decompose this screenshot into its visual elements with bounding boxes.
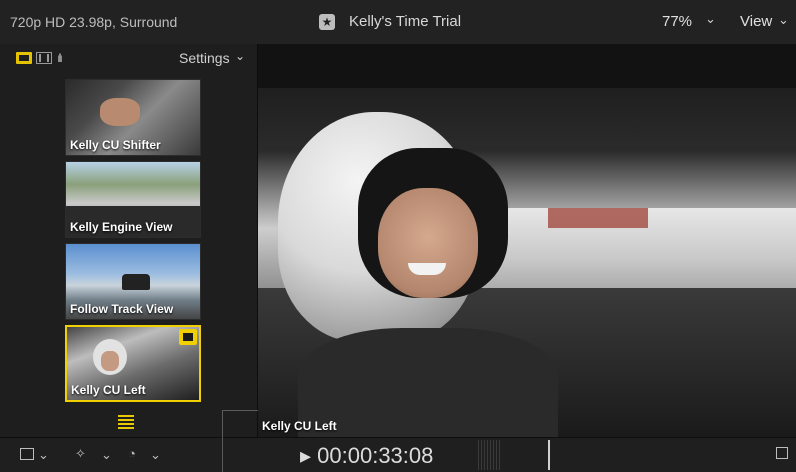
timecode-display[interactable]: ▸ 00:00:33:08 xyxy=(300,443,433,469)
panel-divider xyxy=(222,410,223,472)
view-menu-button[interactable]: View xyxy=(740,13,772,30)
clip-label: Kelly CU Left xyxy=(262,419,337,433)
transform-icon[interactable] xyxy=(20,448,34,460)
video-only-switch-icon[interactable] xyxy=(36,52,52,64)
chevron-down-icon[interactable]: ⌄ xyxy=(778,12,789,28)
video-audio-switch-icon[interactable] xyxy=(16,52,32,64)
zoom-level[interactable]: 77% xyxy=(662,13,692,30)
angle-thumbnail[interactable]: Kelly Engine View xyxy=(65,161,201,238)
angle-label: Follow Track View xyxy=(70,302,174,316)
star-icon: ★ xyxy=(319,14,335,30)
jacket-image xyxy=(298,328,558,439)
enhancements-icon[interactable]: ✧ xyxy=(75,446,86,462)
fullscreen-icon[interactable] xyxy=(776,447,788,459)
angle-label: Kelly CU Shifter xyxy=(70,138,161,152)
chevron-down-icon[interactable]: ⌄ xyxy=(101,447,112,463)
face-image xyxy=(378,188,478,298)
car-image xyxy=(122,274,150,290)
audio-meter xyxy=(478,440,502,470)
settings-button[interactable]: Settings xyxy=(179,50,230,66)
angle-viewer-panel: ıllı Settings ⌄ Kelly CU Shifter Kelly E… xyxy=(0,44,258,437)
angle-thumbnail[interactable]: Follow Track View xyxy=(65,243,201,320)
active-angle-badge-icon xyxy=(179,329,197,345)
angle-viewer-toolbar: ıllı Settings ⌄ xyxy=(0,44,257,72)
angle-label: Kelly CU Left xyxy=(71,383,146,397)
chevron-down-icon[interactable]: ⌄ xyxy=(235,49,245,63)
face-image xyxy=(101,351,119,371)
angle-bank-icon[interactable] xyxy=(118,415,134,429)
playhead-marker xyxy=(548,440,550,470)
timecode-value: 00:00:33:08 xyxy=(317,443,434,468)
chevron-down-icon[interactable]: ⌄ xyxy=(705,11,716,27)
project-title: Kelly's Time Trial xyxy=(349,13,462,30)
chevron-down-icon[interactable]: ⌄ xyxy=(38,447,49,463)
smile-image xyxy=(408,263,446,275)
angle-thumbnail-active[interactable]: Kelly CU Left xyxy=(65,325,201,402)
video-frame[interactable]: Kelly CU Left xyxy=(258,88,796,439)
background-stripe xyxy=(548,208,648,228)
audio-only-switch-icon[interactable]: ıllı xyxy=(57,51,75,65)
chevron-down-icon[interactable]: ⌄ xyxy=(150,447,161,463)
viewer-header: 720p HD 23.98p, Surround ★ Kelly's Time … xyxy=(0,0,796,45)
angle-label: Kelly Engine View xyxy=(70,220,173,234)
viewer: Kelly CU Left xyxy=(258,44,796,439)
project-format-label: 720p HD 23.98p, Surround xyxy=(10,14,178,30)
hand-image xyxy=(100,98,140,126)
retime-icon[interactable]: ◔ xyxy=(128,446,136,461)
angle-thumbnail[interactable]: Kelly CU Shifter xyxy=(65,79,201,156)
panel-divider xyxy=(222,410,258,411)
transport-bar: ⌄ ✧ ⌄ ◔ ⌄ ▸ 00:00:33:08 xyxy=(0,410,796,472)
